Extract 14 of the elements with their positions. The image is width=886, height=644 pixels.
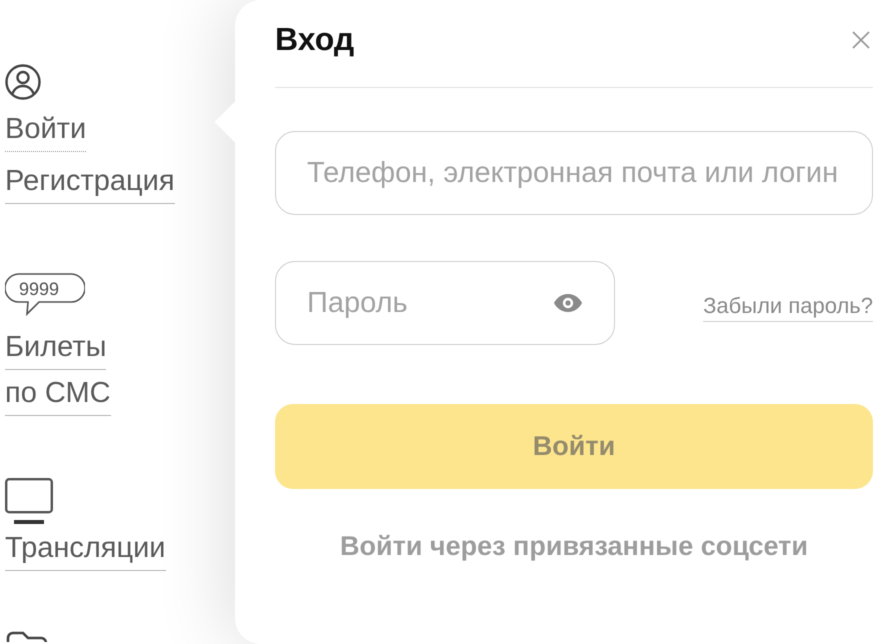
sidebar-link[interactable]: Трансляции bbox=[5, 531, 166, 571]
monitor-icon[interactable] bbox=[5, 478, 53, 525]
sidebar-link[interactable]: Регистрация bbox=[5, 164, 175, 204]
sidebar-link[interactable]: по СМС bbox=[5, 376, 111, 416]
sidebar-link[interactable]: Войти bbox=[5, 112, 86, 152]
user-icon[interactable] bbox=[5, 64, 41, 100]
folder-icon[interactable] bbox=[5, 630, 49, 642]
password-field[interactable]: Пароль bbox=[275, 261, 615, 345]
sidebar-link[interactable]: Билеты bbox=[5, 330, 106, 370]
login-field[interactable]: Телефон, электронная почта или логин bbox=[275, 131, 873, 215]
dialog-title: Вход bbox=[275, 21, 354, 58]
eye-icon[interactable] bbox=[554, 294, 582, 312]
close-icon[interactable] bbox=[851, 30, 871, 50]
bubble-number: 9999 bbox=[19, 278, 60, 300]
